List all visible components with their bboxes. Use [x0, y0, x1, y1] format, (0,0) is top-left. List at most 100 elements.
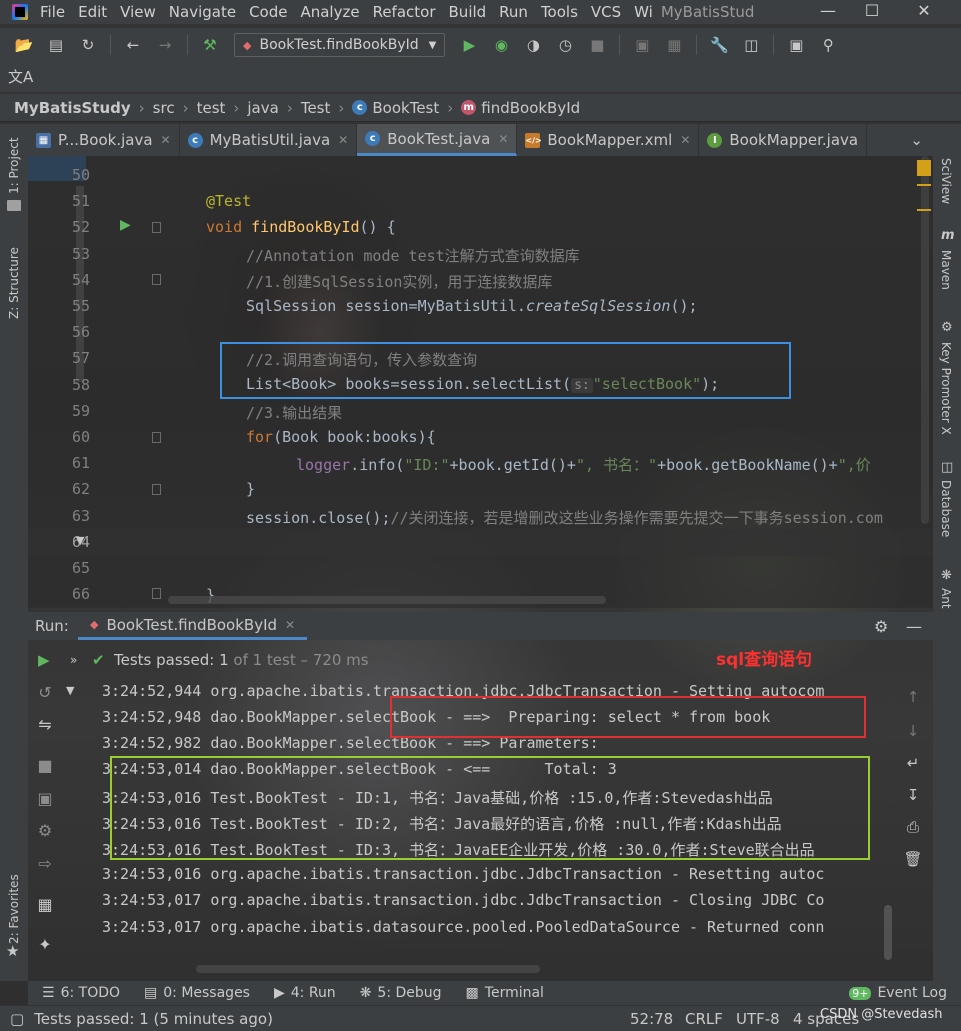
expand-chevron-icon[interactable]: »	[70, 653, 77, 667]
menu-tools[interactable]: Tools	[541, 3, 578, 21]
menu-navigate[interactable]: Navigate	[169, 3, 236, 21]
breadcrumb-method[interactable]: findBookById	[481, 99, 580, 117]
layout-icon[interactable]: ▦	[34, 894, 56, 916]
event-log-button[interactable]: 9+ Event Log	[849, 985, 947, 1001]
coverage-icon[interactable]: ◑	[522, 34, 544, 56]
close-icon[interactable]: ✕	[680, 133, 690, 147]
console-vscrollbar[interactable]	[884, 905, 892, 960]
stop-icon[interactable]: ■	[586, 34, 608, 56]
breadcrumb-java[interactable]: java	[247, 99, 278, 117]
tool-tab-terminal[interactable]: ▩ Terminal	[466, 985, 544, 1001]
menu-vcs[interactable]: VCS	[591, 3, 621, 21]
sdk-icon[interactable]: ▦	[663, 34, 685, 56]
vertical-scrollbar[interactable]	[921, 156, 929, 524]
sciview-tool-tab[interactable]: SciView	[939, 158, 953, 204]
status-message[interactable]: Tests passed: 1 (5 minutes ago)	[34, 1010, 273, 1028]
settings-icon[interactable]: ⚙	[34, 820, 56, 842]
scroll-down-icon[interactable]: ↓	[902, 720, 924, 742]
run-configuration-select[interactable]: ◆ BookTest.findBookById ▼	[234, 33, 446, 57]
scroll-to-end-icon[interactable]: ↧	[902, 784, 924, 806]
build-hammer-icon[interactable]: ⚒	[199, 34, 221, 56]
run-icon[interactable]: ▶	[458, 34, 480, 56]
tool-tab-debug[interactable]: ❋ 5: Debug	[360, 985, 442, 1001]
translate-icon[interactable]: 文A	[8, 66, 33, 87]
run-again-icon[interactable]: ▶	[38, 651, 50, 669]
caret-position[interactable]: 52:78	[630, 1010, 673, 1028]
tool-tab-todo[interactable]: ☰ 6: TODO	[42, 985, 120, 1001]
tab-bookmapper-xml[interactable]: </> BookMapper.xml ✕	[517, 124, 700, 156]
tab-booktest[interactable]: c BookTest.java ✕	[357, 124, 518, 156]
horizontal-scrollbar[interactable]	[168, 596, 606, 604]
open-folder-icon[interactable]: 📂	[13, 34, 35, 56]
menu-analyze[interactable]: Analyze	[300, 3, 359, 21]
favorites-tool-tab[interactable]: 2: Favorites	[7, 874, 21, 944]
back-arrow-icon[interactable]: ←	[122, 34, 144, 56]
fold-icon[interactable]	[152, 588, 161, 599]
toggle-auto-test-icon[interactable]: ⇋	[34, 714, 56, 736]
stop-icon[interactable]: ■	[34, 755, 56, 777]
fold-icon[interactable]	[152, 274, 161, 285]
tab-pbook[interactable]: ▦ P...Book.java ✕	[28, 124, 180, 156]
trash-icon[interactable]: 🗑	[902, 848, 924, 870]
structure-tool-tab[interactable]: Z: Structure	[7, 247, 21, 319]
close-icon[interactable]: ✕	[498, 132, 508, 146]
presentation-icon[interactable]: ▣	[785, 34, 807, 56]
tool-tab-run[interactable]: ▶ 4: Run	[274, 985, 336, 1001]
print-icon[interactable]: ⎙	[902, 816, 924, 838]
project-folder-icon[interactable]	[7, 200, 21, 211]
close-icon[interactable]: ✕	[285, 618, 295, 632]
breadcrumb-src[interactable]: src	[153, 99, 175, 117]
rerun-failed-icon[interactable]: ↺	[34, 682, 56, 704]
warning-marker[interactable]	[917, 184, 931, 186]
warning-marker[interactable]	[917, 160, 931, 176]
run-gutter-icon[interactable]: ▶	[120, 217, 131, 233]
fold-icon[interactable]	[152, 432, 161, 443]
search-icon[interactable]: ⚲	[817, 34, 839, 56]
star-icon[interactable]: ★	[6, 942, 19, 960]
menu-run[interactable]: Run	[499, 3, 528, 21]
project-structure-icon[interactable]: ◫	[740, 34, 762, 56]
breadcrumb-project[interactable]: MyBatisStudy	[14, 99, 131, 117]
layout-toggle-icon[interactable]: ▢	[10, 1010, 24, 1028]
save-icon[interactable]: ▤	[45, 34, 67, 56]
project-tool-tab[interactable]: 1: Project	[7, 137, 21, 194]
menu-file[interactable]: File	[40, 3, 65, 21]
profile-icon[interactable]: ◷	[554, 34, 576, 56]
menu-window[interactable]: Wi	[634, 3, 653, 21]
menu-edit[interactable]: Edit	[78, 3, 107, 21]
menu-build[interactable]: Build	[449, 3, 487, 21]
hide-panel-icon[interactable]: —	[906, 617, 922, 636]
breadcrumb-package[interactable]: Test	[301, 99, 331, 117]
menu-view[interactable]: View	[120, 3, 156, 21]
menu-code[interactable]: Code	[249, 3, 287, 21]
soft-wrap-icon[interactable]: ↵	[902, 752, 924, 774]
tab-mybatisutil[interactable]: c MyBatisUtil.java ✕	[180, 124, 358, 156]
maven-tool-tab[interactable]: Maven	[939, 250, 953, 290]
pin-icon[interactable]: ✦	[34, 934, 56, 956]
forward-arrow-icon[interactable]: →	[154, 34, 176, 56]
breadcrumb-class[interactable]: BookTest	[372, 99, 439, 117]
ant-tool-tab[interactable]: Ant	[939, 588, 953, 609]
line-separator[interactable]: CRLF	[685, 1010, 723, 1028]
camera-icon[interactable]: ▣	[34, 788, 56, 810]
tabs-overflow-chevron-icon[interactable]: ⌄	[900, 124, 933, 156]
run-tab-booktest[interactable]: ◆ BookTest.findBookById ✕	[78, 612, 308, 640]
menu-refactor[interactable]: Refactor	[373, 3, 436, 21]
sync-icon[interactable]: ↻	[77, 34, 99, 56]
breadcrumb-test[interactable]: test	[197, 99, 226, 117]
close-icon[interactable]: ✕	[161, 133, 171, 147]
scroll-up-icon[interactable]: ↑	[902, 686, 924, 708]
gear-icon[interactable]: ⚙	[874, 617, 888, 636]
console-hscrollbar[interactable]	[196, 965, 540, 973]
fold-icon[interactable]	[152, 222, 161, 233]
database-tool-tab[interactable]: Database	[939, 480, 953, 537]
minimize-icon[interactable]: —	[808, 0, 848, 22]
key-promoter-tool-tab[interactable]: Key Promoter X	[939, 342, 953, 435]
close-icon[interactable]: ✕	[338, 133, 348, 147]
file-encoding[interactable]: UTF-8	[736, 1010, 780, 1028]
debug-icon[interactable]: ◉	[490, 34, 512, 56]
login-icon[interactable]: ⇨	[34, 853, 56, 875]
tab-bookmapper-java[interactable]: I BookMapper.java	[699, 124, 868, 156]
maximize-icon[interactable]: ☐	[852, 0, 892, 22]
device-icon[interactable]: ▣	[631, 34, 653, 56]
